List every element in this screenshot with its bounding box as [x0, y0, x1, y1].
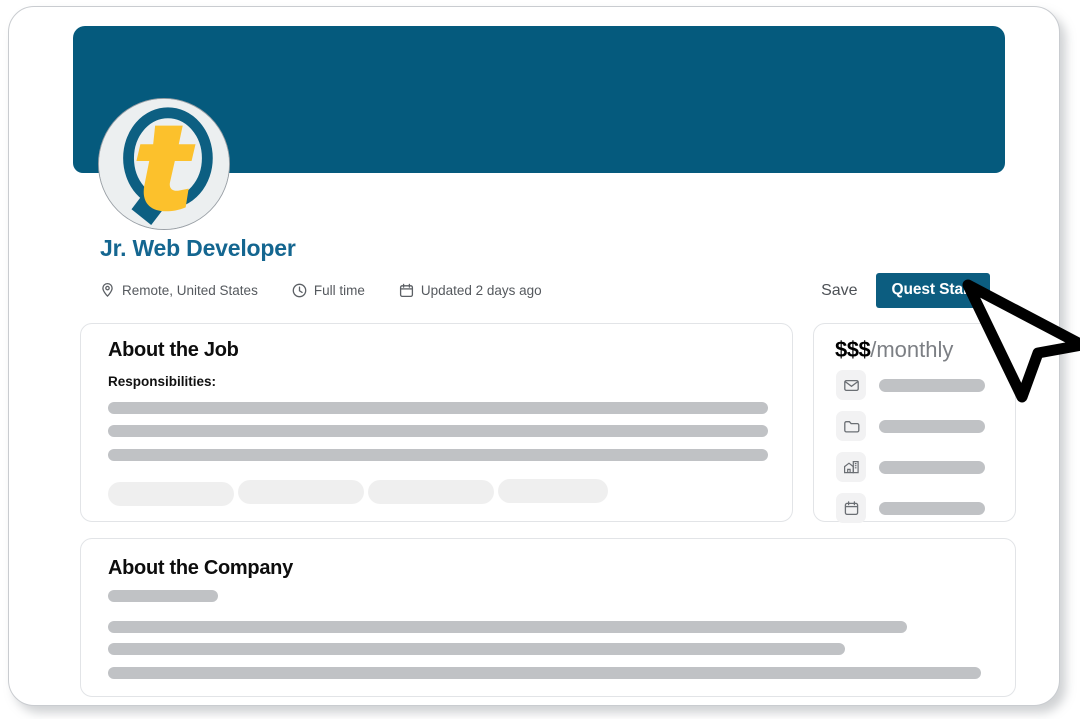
meta-updated-label: Updated 2 days ago: [420, 282, 542, 298]
list-item: [836, 493, 985, 523]
about-the-company-title: About the Company: [108, 557, 293, 579]
skeleton-bar: [879, 460, 985, 474]
skeleton-bar: [879, 501, 985, 515]
skeleton-bar: [108, 449, 768, 461]
list-item: [836, 452, 985, 482]
page-title: Jr. Web Developer: [100, 235, 296, 261]
salary-detail-list: [836, 370, 985, 523]
meta-location: Remote, United States: [100, 282, 258, 298]
skeleton-bar: [108, 621, 907, 633]
salary-period: /monthly: [870, 337, 954, 362]
quest-start-button[interactable]: Quest Start: [875, 273, 990, 308]
skeleton-chip: [368, 480, 494, 504]
company-logo: [98, 98, 230, 230]
meta-employment-type-label: Full time: [313, 282, 365, 298]
list-item: [836, 370, 985, 400]
meta-employment-type: Full time: [292, 283, 365, 298]
skeleton-bar: [879, 378, 985, 392]
meta-location-label: Remote, United States: [122, 282, 258, 298]
about-the-job-title: About the Job: [108, 339, 239, 361]
skeleton-bar: [108, 643, 845, 655]
skeleton-bar: [879, 419, 985, 433]
meta-updated: Updated 2 days ago: [399, 283, 542, 298]
salary-amount: $$$/monthly: [835, 337, 953, 363]
folder-icon: [836, 411, 866, 441]
skeleton-bar: [108, 667, 981, 679]
clock-icon: [292, 283, 307, 298]
company-building-icon: [836, 452, 866, 482]
calendar-icon: [836, 493, 866, 523]
responsibilities-label: Responsibilities:: [108, 374, 217, 389]
job-actions: Save Quest Start: [821, 273, 990, 308]
skeleton-bar: [108, 590, 218, 602]
about-the-job-card: About the Job Responsibilities:: [80, 323, 793, 522]
quest-magnifier-logo-icon: [99, 99, 229, 229]
list-item: [836, 411, 985, 441]
save-button[interactable]: Save: [821, 282, 857, 300]
location-pin-icon: [100, 282, 115, 298]
calendar-icon: [399, 283, 414, 298]
skeleton-chip: [108, 482, 234, 506]
job-meta-row: Remote, United States Full time Updated …: [100, 279, 542, 301]
skeleton-chip: [238, 480, 364, 504]
skeleton-bar: [108, 402, 768, 414]
salary-details-card: $$$/monthly: [813, 323, 1016, 523]
salary-value: $$$: [835, 337, 871, 362]
skeleton-chip: [498, 479, 608, 503]
mail-icon: [836, 370, 866, 400]
screenshot-stage: Jr. Web Developer Remote, United States: [0, 0, 1080, 719]
app-window-frame: Jr. Web Developer Remote, United States: [8, 6, 1060, 706]
about-the-company-card: About the Company: [80, 538, 1016, 697]
skeleton-bar: [108, 425, 768, 437]
